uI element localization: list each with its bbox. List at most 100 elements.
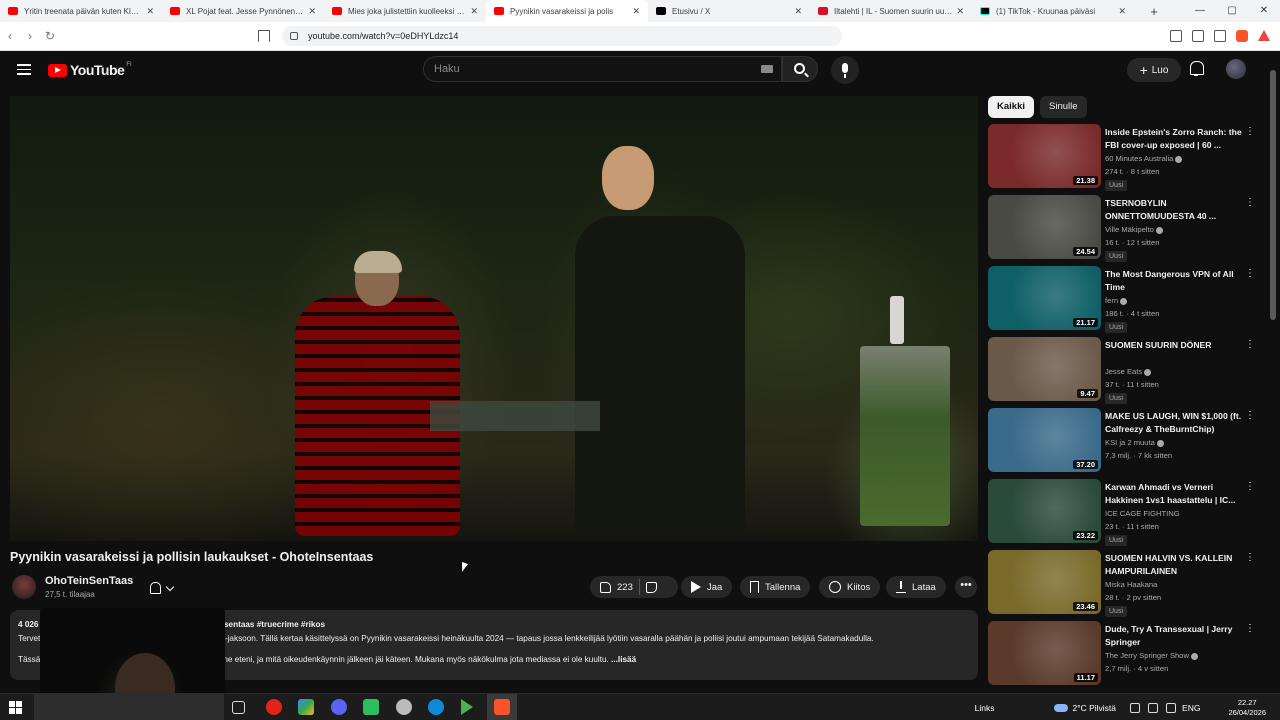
chip-for-you[interactable]: Sinulle: [1040, 96, 1087, 118]
browser-tab[interactable]: Mies joka julistettiin kuolleeksi – mm ✕: [324, 0, 486, 22]
recommended-channel[interactable]: Miska Haakana: [1105, 580, 1157, 589]
more-options-icon[interactable]: ⋮: [1244, 198, 1256, 208]
weather-widget[interactable]: 2°C Pilvistä: [1054, 703, 1116, 713]
hashtags[interactable]: sentaas #truecrime #rikos: [224, 620, 325, 629]
volume-icon[interactable]: [1166, 702, 1177, 713]
app-icon[interactable]: [396, 699, 412, 715]
bookmark-icon[interactable]: [258, 30, 270, 42]
recommended-channel[interactable]: fern: [1105, 296, 1128, 305]
scrollbar[interactable]: [1270, 60, 1276, 685]
thanks-button[interactable]: Kiitos: [819, 576, 881, 598]
recommended-video[interactable]: 23.46 SUOMEN HALVIN VS. KALLEIN HAMPURILA…: [988, 550, 1266, 621]
close-tab-icon[interactable]: ✕: [470, 6, 478, 17]
search-button[interactable]: [782, 56, 818, 82]
recommended-video[interactable]: 37.20 MAKE US LAUGH, WIN $1,000 (ft. Calf…: [988, 408, 1266, 479]
discord-icon[interactable]: [331, 699, 347, 715]
recommended-channel[interactable]: 60 Minutes Australia: [1105, 154, 1183, 163]
more-options-icon[interactable]: ⋮: [1244, 553, 1256, 563]
video-thumbnail[interactable]: 9.47: [988, 337, 1101, 401]
recommended-video-title[interactable]: SUOMEN SUURIN DÖNER: [1105, 339, 1250, 352]
recommended-video-title[interactable]: Inside Epstein's Zorro Ranch: the FBI co…: [1105, 126, 1250, 151]
clock[interactable]: 22.27 26/04/2026: [1228, 698, 1266, 718]
spreadsheet-icon[interactable]: [363, 699, 379, 715]
recommended-channel[interactable]: Ville Mäkipelto: [1105, 225, 1163, 234]
browser-tab[interactable]: XL Pojat feat. Jesse Pynnönen - You ✕: [162, 0, 324, 22]
tray-chevron-icon[interactable]: [1130, 702, 1141, 713]
thumb-up-icon[interactable]: [600, 581, 611, 593]
share-button[interactable]: Jaa: [681, 576, 733, 598]
recommended-channel[interactable]: The Jerry Springer Show: [1105, 651, 1198, 660]
video-player[interactable]: [10, 96, 978, 541]
recommended-video-title[interactable]: MAKE US LAUGH, WIN $1,000 (ft. Calfreezy…: [1105, 410, 1250, 435]
browser-tab[interactable]: Iltalehti | IL - Suomen suurin uutispa ✕: [810, 0, 972, 22]
close-tab-icon[interactable]: ✕: [794, 6, 802, 17]
task-view-icon[interactable]: [232, 701, 245, 714]
browser-tab[interactable]: Etusivu / X ✕: [648, 0, 810, 22]
language-indicator[interactable]: ENG: [1182, 703, 1200, 713]
close-tab-icon[interactable]: ✕: [308, 6, 316, 17]
close-window-icon[interactable]: ✕: [1248, 0, 1280, 22]
taskbar-search[interactable]: [34, 694, 224, 720]
close-tab-icon[interactable]: ✕: [1118, 6, 1126, 17]
maximize-icon[interactable]: ▢: [1216, 0, 1248, 22]
brave-shield-icon[interactable]: [1236, 30, 1248, 42]
browser-tab-active[interactable]: Pyynikin vasarakeissi ja polis ✕: [486, 0, 648, 22]
more-options-icon[interactable]: ⋮: [1244, 269, 1256, 279]
translate-icon[interactable]: [1170, 30, 1182, 42]
video-thumbnail[interactable]: 37.20: [988, 408, 1101, 472]
windows-start-icon[interactable]: [9, 701, 22, 714]
forward-icon[interactable]: ›: [20, 29, 40, 43]
close-tab-icon[interactable]: ✕: [632, 6, 640, 17]
video-thumbnail[interactable]: 21.38: [988, 124, 1101, 188]
more-options-icon[interactable]: ⋮: [1244, 127, 1256, 137]
chip-all[interactable]: Kaikki: [988, 96, 1034, 118]
recommended-video[interactable]: 9.47 SUOMEN SUURIN DÖNER Jesse Eats 37 t. ·…: [988, 337, 1266, 408]
app-icon[interactable]: [298, 699, 314, 715]
brave-rewards-icon[interactable]: [1258, 30, 1270, 41]
brave-icon[interactable]: [494, 699, 510, 715]
recommended-video[interactable]: 23.22 Karwan Ahmadi vs Verneri Hakkinen 1…: [988, 479, 1266, 550]
recommended-channel[interactable]: Jesse Eats: [1105, 367, 1152, 376]
browser-tab[interactable]: Yritin treenata päivän kuten Klesbo - ✕: [0, 0, 162, 22]
site-info-icon[interactable]: [290, 32, 298, 40]
video-thumbnail[interactable]: 21.17: [988, 266, 1101, 330]
scrollbar-thumb[interactable]: [1270, 70, 1276, 320]
recommended-channel[interactable]: KSI ja 2 muuta: [1105, 438, 1164, 447]
recommended-video-title[interactable]: TSERNOBYLIN ONNETTOMUUDESTA 40 ...: [1105, 197, 1250, 222]
like-count[interactable]: 223: [617, 582, 633, 593]
create-button[interactable]: + Luo: [1127, 58, 1181, 82]
share-page-icon[interactable]: [1214, 30, 1226, 42]
thumb-down-icon[interactable]: [645, 581, 657, 593]
recommended-video[interactable]: 11.17 Dude, Try A Transsexual | Jerry Spr…: [988, 621, 1266, 692]
minimize-icon[interactable]: —: [1184, 0, 1216, 22]
more-options-icon[interactable]: ⋮: [1244, 411, 1256, 421]
new-tab-button[interactable]: +: [1144, 4, 1164, 19]
cast-icon[interactable]: [1192, 30, 1204, 42]
links-toolbar[interactable]: Links: [975, 703, 995, 713]
keyboard-icon[interactable]: [761, 65, 773, 73]
video-thumbnail[interactable]: 24.54: [988, 195, 1101, 259]
network-icon[interactable]: [1148, 702, 1159, 713]
video-thumbnail[interactable]: 23.46: [988, 550, 1101, 614]
download-button[interactable]: Lataa: [886, 576, 946, 598]
opera-icon[interactable]: [266, 699, 282, 715]
video-thumbnail[interactable]: 23.22: [988, 479, 1101, 543]
edge-icon[interactable]: [428, 699, 444, 715]
show-more-link[interactable]: ...lisää: [611, 655, 636, 664]
recommended-video[interactable]: 21.38 Inside Epstein's Zorro Ranch: the F…: [988, 124, 1266, 195]
voice-search-button[interactable]: [831, 56, 859, 84]
back-icon[interactable]: ‹: [0, 29, 20, 43]
video-thumbnail[interactable]: 11.17: [988, 621, 1101, 685]
more-options-icon[interactable]: ⋮: [1244, 340, 1256, 350]
browser-tab[interactable]: (1) TikTok - Kruunaa päiväsi ✕: [972, 0, 1134, 22]
youtube-logo[interactable]: YouTube FI: [48, 62, 132, 78]
recommended-channel[interactable]: ICE CAGE FIGHTING: [1105, 509, 1180, 518]
reload-icon[interactable]: ↻: [40, 29, 60, 43]
more-options-icon[interactable]: ⋮: [1244, 624, 1256, 634]
menu-icon[interactable]: [17, 64, 31, 75]
recommended-video-title[interactable]: Karwan Ahmadi vs Verneri Hakkinen 1vs1 h…: [1105, 481, 1250, 506]
recommended-video[interactable]: 21.17 The Most Dangerous VPN of All Time f…: [988, 266, 1266, 337]
recommended-video[interactable]: 24.54 TSERNOBYLIN ONNETTOMUUDESTA 40 ... V…: [988, 195, 1266, 266]
search-input[interactable]: Haku: [423, 56, 782, 82]
recommended-video-title[interactable]: SUOMEN HALVIN VS. KALLEIN HAMPURILAINEN: [1105, 552, 1250, 577]
